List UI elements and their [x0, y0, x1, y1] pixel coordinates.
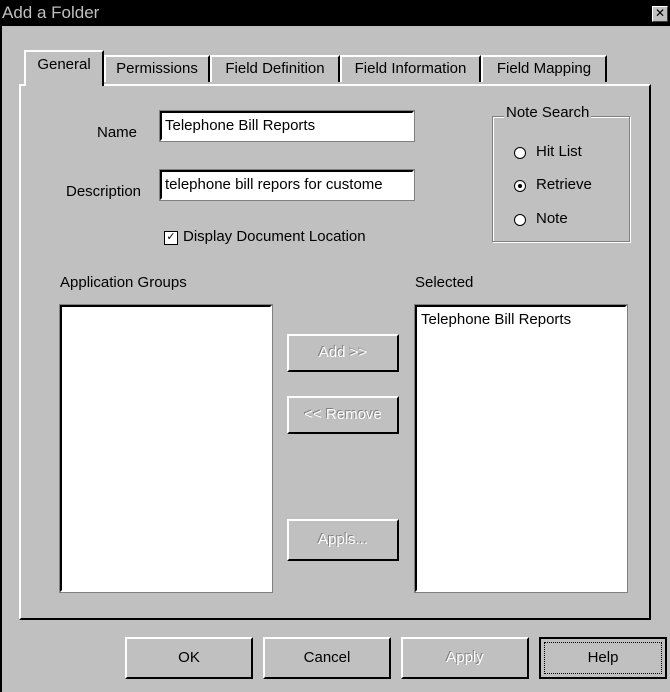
close-icon[interactable]: ✕ — [652, 6, 668, 22]
radio-note[interactable] — [514, 214, 526, 226]
window-title: Add a Folder — [2, 3, 100, 22]
help-button[interactable]: Help — [539, 637, 667, 679]
appls-button[interactable]: Appls... — [287, 519, 399, 561]
selected-label: Selected — [415, 274, 474, 291]
tab-permissions[interactable]: Permissions — [104, 55, 210, 82]
selected-list[interactable]: Telephone Bill Reports — [414, 304, 628, 593]
radio-hit-list[interactable] — [514, 147, 526, 159]
display-location-label: Display Document Location — [183, 228, 366, 245]
add-button[interactable]: Add >> — [287, 334, 399, 372]
radio-retrieve-label: Retrieve — [536, 176, 592, 193]
application-groups-label: Application Groups — [60, 274, 187, 291]
remove-button[interactable]: << Remove — [287, 396, 399, 434]
tab-field-information[interactable]: Field Information — [340, 55, 481, 82]
display-location-checkbox[interactable]: ✓ — [164, 231, 178, 245]
tab-field-mapping[interactable]: Field Mapping — [481, 55, 607, 82]
add-folder-dialog: Add a Folder ✕ General Permissions Field… — [0, 0, 670, 692]
cancel-button[interactable]: Cancel — [263, 637, 391, 679]
list-item[interactable]: Telephone Bill Reports — [421, 311, 621, 328]
radio-selected-dot — [518, 184, 522, 188]
radio-hit-list-label: Hit List — [536, 143, 582, 160]
description-input[interactable]: telephone bill repors for custome — [159, 169, 415, 201]
title-bar[interactable]: Add a Folder ✕ — [0, 0, 670, 26]
window-edge — [0, 26, 2, 692]
radio-retrieve[interactable] — [514, 180, 526, 192]
radio-note-label: Note — [536, 210, 568, 227]
apply-button[interactable]: Apply — [401, 637, 529, 679]
note-search-title: Note Search — [504, 104, 592, 121]
application-groups-list[interactable] — [59, 304, 273, 593]
description-label: Description — [66, 183, 142, 200]
name-label: Name — [97, 124, 138, 141]
name-input[interactable]: Telephone Bill Reports — [159, 110, 415, 142]
ok-button[interactable]: OK — [125, 637, 253, 679]
tab-field-definition[interactable]: Field Definition — [210, 55, 340, 82]
tab-general[interactable]: General — [24, 50, 104, 86]
